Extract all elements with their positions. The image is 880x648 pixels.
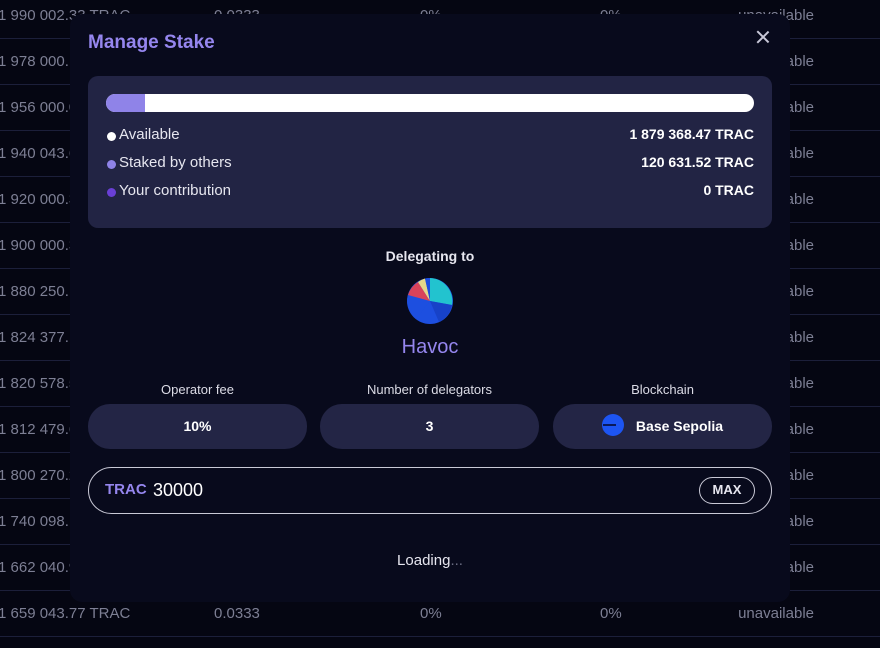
blockchain-name: Base Sepolia bbox=[635, 418, 724, 434]
close-icon[interactable] bbox=[754, 28, 772, 46]
blockchain-value: Base Sepolia bbox=[553, 404, 772, 449]
blockchain-label: Blockchain bbox=[631, 382, 694, 397]
loading-dots: ... bbox=[450, 552, 463, 569]
delegators-label: Number of delegators bbox=[366, 382, 492, 397]
modal-title: Manage Stake bbox=[88, 32, 215, 53]
base-chain-icon bbox=[601, 414, 624, 437]
stake-amount-field[interactable]: TRAC MAX bbox=[88, 467, 772, 514]
staked-by-others-dot bbox=[107, 160, 116, 169]
stake-summary-card: Available 1 879 368.47 TRAC Staked by ot… bbox=[88, 76, 772, 228]
delegators-value: 3 bbox=[320, 404, 539, 449]
stake-progress-fill bbox=[106, 94, 145, 112]
operator-fee-value: 10% bbox=[88, 404, 307, 449]
stat-label: Staked by others bbox=[119, 154, 232, 171]
max-button[interactable]: MAX bbox=[699, 477, 755, 504]
loading-text: Loading bbox=[397, 552, 451, 569]
stat-label: Available bbox=[119, 126, 180, 143]
stat-value: 0 TRAC bbox=[703, 182, 754, 198]
your-contribution-dot bbox=[107, 188, 116, 197]
stake-progress-bar bbox=[106, 94, 754, 112]
node-name[interactable]: Havoc bbox=[70, 336, 790, 359]
pie-avatar-icon bbox=[407, 277, 453, 324]
available-dot bbox=[107, 132, 116, 141]
stat-value: 1 879 368.47 TRAC bbox=[629, 126, 754, 142]
delegating-to-label: Delegating to bbox=[385, 248, 475, 264]
stat-value: 120 631.52 TRAC bbox=[641, 154, 754, 170]
operator-fee-label: Operator fee bbox=[161, 382, 234, 397]
stat-staked-by-others: Staked by others 120 631.52 TRAC bbox=[106, 154, 754, 174]
manage-stake-modal: Manage Stake Available 1 879 368.47 TRAC… bbox=[70, 14, 790, 602]
loading-indicator: Loading... bbox=[70, 552, 790, 569]
stake-amount-input[interactable] bbox=[153, 478, 653, 502]
amount-currency-prefix: TRAC bbox=[105, 481, 147, 498]
stat-your-contribution: Your contribution 0 TRAC bbox=[106, 182, 754, 202]
stat-available: Available 1 879 368.47 TRAC bbox=[106, 126, 754, 146]
stat-label: Your contribution bbox=[119, 182, 232, 199]
